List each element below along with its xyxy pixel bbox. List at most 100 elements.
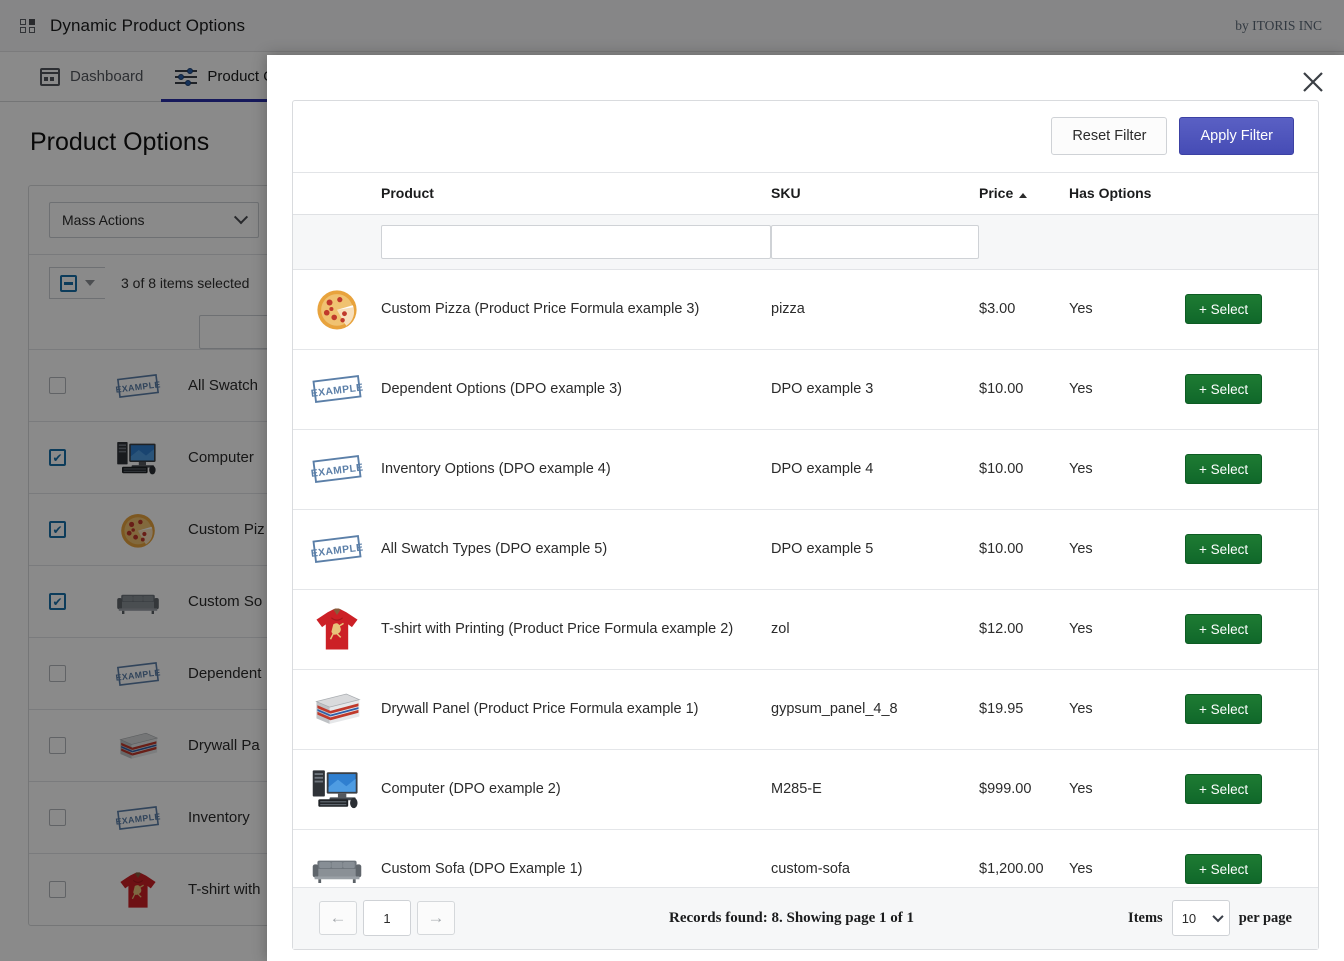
- sku-filter-input[interactable]: [771, 224, 979, 259]
- cell-product: Custom Pizza (Product Price Formula exam…: [381, 269, 771, 350]
- cell-thumbnail: [293, 589, 381, 670]
- cell-has-options: Yes: [1069, 669, 1185, 750]
- sort-ascending-icon: [1019, 192, 1028, 198]
- items-label: Items: [1128, 909, 1163, 926]
- table-row: Computer (DPO example 2) M285-E $999.00 Yes…: [293, 749, 1318, 830]
- cell-price: $1,200.00: [979, 829, 1069, 887]
- select-button[interactable]: + Select: [1185, 854, 1263, 885]
- per-page-controls: Items 10 per page: [1128, 900, 1292, 937]
- product-thumbnail: EXAMPLE: [293, 444, 381, 494]
- cell-action: + Select: [1185, 509, 1318, 590]
- col-action: [1185, 172, 1318, 215]
- cell-product: Inventory Options (DPO example 4): [381, 429, 771, 510]
- filter-actions: Reset Filter Apply Filter: [293, 101, 1318, 173]
- cell-thumbnail: [293, 749, 381, 830]
- cell-sku: M285-E: [771, 749, 979, 830]
- cell-product: Computer (DPO example 2): [381, 749, 771, 830]
- table-row: Custom Pizza (Product Price Formula exam…: [293, 269, 1318, 350]
- product-thumbnail: EXAMPLE: [293, 364, 381, 414]
- select-button[interactable]: + Select: [1185, 774, 1263, 805]
- col-has-options[interactable]: Has Options: [1069, 172, 1185, 215]
- cell-action: + Select: [1185, 749, 1318, 830]
- table-row: EXAMPLE All Swatch Types (DPO example 5) D…: [293, 509, 1318, 590]
- col-price[interactable]: Price: [979, 172, 1069, 215]
- cell-price: $999.00: [979, 749, 1069, 830]
- cell-thumbnail: EXAMPLE: [293, 509, 381, 590]
- select-button[interactable]: + Select: [1185, 614, 1263, 645]
- table-row: T-shirt with Printing (Product Price For…: [293, 589, 1318, 670]
- cell-has-options: Yes: [1069, 749, 1185, 830]
- cell-product: Drywall Panel (Product Price Formula exa…: [381, 669, 771, 750]
- cell-thumbnail: [293, 269, 381, 350]
- apply-filter-button[interactable]: Apply Filter: [1179, 117, 1294, 156]
- cell-price: $10.00: [979, 429, 1069, 510]
- cell-has-options: Yes: [1069, 349, 1185, 430]
- cell-action: + Select: [1185, 669, 1318, 750]
- modal-card: Reset Filter Apply Filter Product SKU Pr…: [292, 100, 1319, 950]
- cell-has-options: Yes: [1069, 589, 1185, 670]
- filter-cell-action: [1185, 214, 1318, 270]
- cell-price: $10.00: [979, 509, 1069, 590]
- cell-has-options: Yes: [1069, 509, 1185, 590]
- cell-sku: DPO example 3: [771, 349, 979, 430]
- cell-sku: zol: [771, 589, 979, 670]
- product-thumbnail: [293, 604, 381, 654]
- arrow-left-icon[interactable]: ←: [319, 901, 357, 936]
- select-button[interactable]: + Select: [1185, 374, 1263, 405]
- product-chooser-modal: Reset Filter Apply Filter Product SKU Pr…: [267, 55, 1344, 961]
- select-button[interactable]: + Select: [1185, 694, 1263, 725]
- product-thumbnail: [293, 844, 381, 887]
- per-page-select[interactable]: 10: [1171, 900, 1230, 937]
- cell-sku: DPO example 5: [771, 509, 979, 590]
- pagination-bar: ← → Records found: 8. Showing page 1 of …: [293, 886, 1318, 949]
- cell-price: $12.00: [979, 589, 1069, 670]
- product-thumbnail: [293, 764, 381, 814]
- pagination-controls: ← →: [319, 900, 455, 937]
- page-number-input[interactable]: [363, 900, 411, 937]
- filter-cell-has-options: [1069, 214, 1185, 270]
- table-row: EXAMPLE Dependent Options (DPO example 3)…: [293, 349, 1318, 430]
- chevron-down-icon: [1212, 911, 1224, 923]
- product-grid: Product SKU Price Has Options Custom Piz…: [293, 172, 1318, 887]
- cell-price: $19.95: [979, 669, 1069, 750]
- cell-sku: gypsum_panel_4_8: [771, 669, 979, 750]
- cell-action: + Select: [1185, 829, 1318, 887]
- filter-cell-sku: [771, 214, 979, 270]
- cell-product: All Swatch Types (DPO example 5): [381, 509, 771, 590]
- per-page-label: per page: [1238, 909, 1292, 926]
- product-grid-body: Custom Pizza (Product Price Formula exam…: [293, 269, 1318, 887]
- cell-has-options: Yes: [1069, 269, 1185, 350]
- cell-product: Dependent Options (DPO example 3): [381, 349, 771, 430]
- col-thumb: [293, 172, 381, 215]
- product-thumbnail: EXAMPLE: [293, 524, 381, 574]
- product-filter-input[interactable]: [381, 224, 771, 259]
- product-thumbnail: [293, 284, 381, 334]
- select-button[interactable]: + Select: [1185, 454, 1263, 485]
- cell-action: + Select: [1185, 349, 1318, 430]
- cell-thumbnail: EXAMPLE: [293, 349, 381, 430]
- cell-price: $10.00: [979, 349, 1069, 430]
- filter-cell-price: [979, 214, 1069, 270]
- cell-price: $3.00: [979, 269, 1069, 350]
- per-page-value: 10: [1181, 910, 1197, 926]
- cell-sku: custom-sofa: [771, 829, 979, 887]
- filter-cell-product: [381, 214, 771, 270]
- product-thumbnail: [293, 684, 381, 734]
- cell-thumbnail: [293, 829, 381, 887]
- records-summary: Records found: 8. Showing page 1 of 1: [669, 909, 915, 926]
- cell-has-options: Yes: [1069, 829, 1185, 887]
- cell-action: + Select: [1185, 269, 1318, 350]
- grid-filter-row: [293, 214, 1318, 270]
- cell-sku: DPO example 4: [771, 429, 979, 510]
- reset-filter-button[interactable]: Reset Filter: [1051, 117, 1168, 156]
- col-product[interactable]: Product: [381, 172, 771, 215]
- close-icon[interactable]: [1296, 65, 1330, 99]
- select-button[interactable]: + Select: [1185, 294, 1263, 325]
- table-row: EXAMPLE Inventory Options (DPO example 4)…: [293, 429, 1318, 510]
- arrow-right-icon[interactable]: →: [417, 901, 455, 936]
- col-sku[interactable]: SKU: [771, 172, 979, 215]
- grid-wrapper: Product SKU Price Has Options Custom Piz…: [293, 172, 1318, 887]
- table-row: Drywall Panel (Product Price Formula exa…: [293, 669, 1318, 750]
- cell-has-options: Yes: [1069, 429, 1185, 510]
- select-button[interactable]: + Select: [1185, 534, 1263, 565]
